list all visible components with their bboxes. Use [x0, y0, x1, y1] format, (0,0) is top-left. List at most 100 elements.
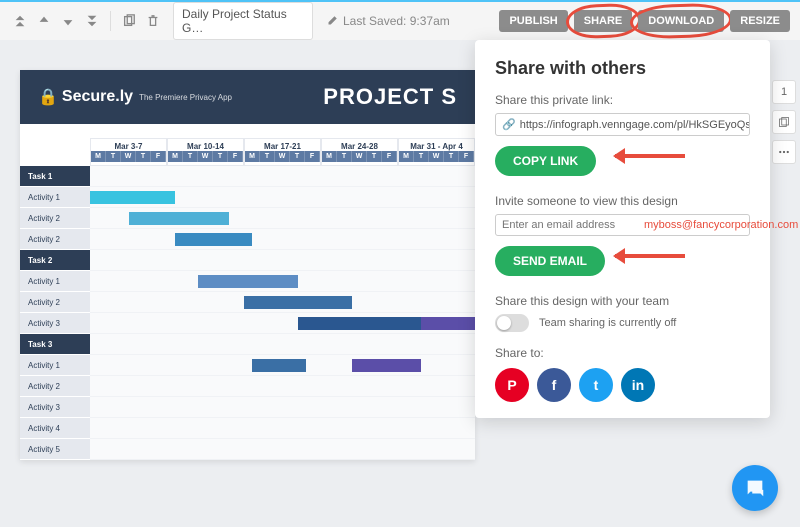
row-label: Activity 3: [20, 313, 90, 334]
right-rail: 1: [768, 80, 800, 164]
arrow-down-icon[interactable]: [58, 8, 78, 34]
share-link-url: https://infograph.venngage.com/pl/HkSGEy…: [520, 119, 750, 131]
top-actions: PUBLISH SHARE DOWNLOAD RESIZE: [499, 10, 790, 32]
task-row: Task 1: [20, 166, 475, 187]
brand-tagline: The Premiere Privacy App: [139, 93, 232, 102]
share-link-field[interactable]: 🔗 https://infograph.venngage.com/pl/HkSG…: [495, 113, 750, 136]
row-label: Activity 3: [20, 397, 90, 418]
publish-button[interactable]: PUBLISH: [499, 10, 567, 32]
gantt-bar[interactable]: [421, 317, 475, 330]
row-label: Activity 2: [20, 208, 90, 229]
activity-row: Activity 2: [20, 208, 475, 229]
task-row: Task 3: [20, 334, 475, 355]
row-label: Activity 1: [20, 355, 90, 376]
row-label: Task 2: [20, 250, 90, 271]
project-title: PROJECT S: [323, 84, 457, 110]
rail-duplicate-icon[interactable]: [772, 110, 796, 134]
row-bars: [90, 229, 475, 250]
collapse-down-icon[interactable]: [82, 8, 102, 34]
chat-fab[interactable]: [732, 465, 778, 511]
week-col: Mar 10-14MTWTF: [167, 138, 244, 166]
week-col: Mar 24-28MTWTF: [321, 138, 398, 166]
facebook-button[interactable]: f: [537, 368, 571, 402]
activity-row: Activity 2: [20, 376, 475, 397]
row-bars: [90, 313, 475, 334]
row-label: Activity 2: [20, 292, 90, 313]
row-label: Activity 2: [20, 229, 90, 250]
activity-row: Activity 3: [20, 397, 475, 418]
linkedin-button[interactable]: in: [621, 368, 655, 402]
row-bars: [90, 334, 475, 355]
edit-icon: [327, 14, 339, 29]
toolbar-separator: [110, 11, 111, 31]
week-col: Mar 17-21MTWTF: [244, 138, 321, 166]
row-label: Activity 4: [20, 418, 90, 439]
send-email-button[interactable]: SEND EMAIL: [495, 246, 605, 276]
twitter-button[interactable]: t: [579, 368, 613, 402]
row-bars: [90, 397, 475, 418]
copy-icon[interactable]: [119, 8, 139, 34]
gantt-header: 🔒 Secure.ly The Premiere Privacy App PRO…: [20, 70, 475, 124]
task-row: Task 2: [20, 250, 475, 271]
team-toggle-row: Team sharing is currently off: [495, 314, 750, 332]
row-bars: [90, 355, 475, 376]
gantt-document[interactable]: 🔒 Secure.ly The Premiere Privacy App PRO…: [20, 70, 475, 460]
gantt-bar[interactable]: [298, 317, 421, 330]
arrow-up-icon[interactable]: [34, 8, 54, 34]
lock-icon: 🔒: [38, 87, 58, 107]
share-to-label: Share to:: [495, 346, 750, 360]
row-label: Task 1: [20, 166, 90, 187]
activity-row: Activity 2: [20, 292, 475, 313]
invite-label: Invite someone to view this design: [495, 194, 750, 208]
brand-name: Secure.ly: [62, 88, 133, 106]
gantt-bar[interactable]: [244, 296, 352, 309]
activity-row: Activity 2: [20, 229, 475, 250]
row-bars: [90, 439, 475, 460]
gantt-rows: Task 1Activity 1Activity 2Activity 2Task…: [20, 166, 475, 460]
week-headers: Mar 3-7MTWTFMar 10-14MTWTFMar 17-21MTWTF…: [90, 138, 475, 166]
gantt-bar[interactable]: [252, 359, 306, 372]
row-bars: [90, 271, 475, 292]
share-title: Share with others: [495, 58, 750, 79]
week-col: Mar 3-7MTWTF: [90, 138, 167, 166]
email-field[interactable]: myboss@fancycorporation.com: [495, 214, 750, 236]
last-saved: Last Saved: 9:37am: [327, 14, 450, 29]
row-bars: [90, 376, 475, 397]
gantt-bar[interactable]: [352, 359, 421, 372]
document-title[interactable]: Daily Project Status G…: [173, 2, 313, 40]
week-col: Mar 31 - Apr 4MTWTF: [398, 138, 475, 166]
page-number[interactable]: 1: [772, 80, 796, 104]
row-bars: [90, 166, 475, 187]
gantt-body: Mar 3-7MTWTFMar 10-14MTWTFMar 17-21MTWTF…: [20, 138, 475, 460]
share-button[interactable]: SHARE: [574, 10, 633, 32]
editor-toolbar: Daily Project Status G… Last Saved: 9:37…: [0, 0, 800, 40]
row-bars: [90, 292, 475, 313]
gantt-bar[interactable]: [175, 233, 252, 246]
row-label: Activity 2: [20, 376, 90, 397]
share-panel: Share with others Share this private lin…: [475, 40, 770, 418]
social-buttons: P f t in: [495, 368, 750, 402]
rail-more-icon[interactable]: [772, 140, 796, 164]
copy-link-button[interactable]: COPY LINK: [495, 146, 596, 176]
activity-row: Activity 1: [20, 355, 475, 376]
trash-icon[interactable]: [143, 8, 163, 34]
gantt-bar[interactable]: [129, 212, 229, 225]
email-sample: myboss@fancycorporation.com: [644, 219, 798, 231]
row-bars: [90, 208, 475, 229]
email-input[interactable]: [502, 219, 644, 231]
resize-button[interactable]: RESIZE: [730, 10, 790, 32]
row-label: Activity 1: [20, 271, 90, 292]
download-button[interactable]: DOWNLOAD: [638, 10, 724, 32]
row-label: Activity 5: [20, 439, 90, 460]
pinterest-button[interactable]: P: [495, 368, 529, 402]
row-label: Activity 1: [20, 187, 90, 208]
annotation-arrow: [615, 248, 695, 264]
team-toggle[interactable]: [495, 314, 529, 332]
gantt-bar[interactable]: [90, 191, 175, 204]
annotation-arrow: [615, 148, 695, 164]
activity-row: Activity 1: [20, 187, 475, 208]
row-bars: [90, 187, 475, 208]
collapse-up-icon[interactable]: [10, 8, 30, 34]
gantt-bar[interactable]: [198, 275, 298, 288]
activity-row: Activity 3: [20, 313, 475, 334]
